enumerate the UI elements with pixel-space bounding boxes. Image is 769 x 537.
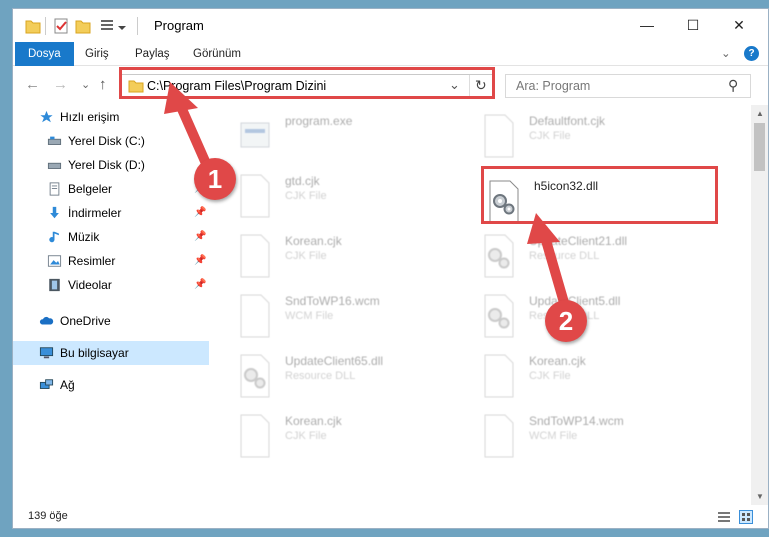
arrow-2-head xyxy=(527,213,560,244)
arrow-1-head xyxy=(164,82,198,114)
step-1-badge: 1 xyxy=(194,158,236,200)
step-2-badge: 2 xyxy=(545,300,587,342)
annotation-arrows xyxy=(164,82,570,311)
